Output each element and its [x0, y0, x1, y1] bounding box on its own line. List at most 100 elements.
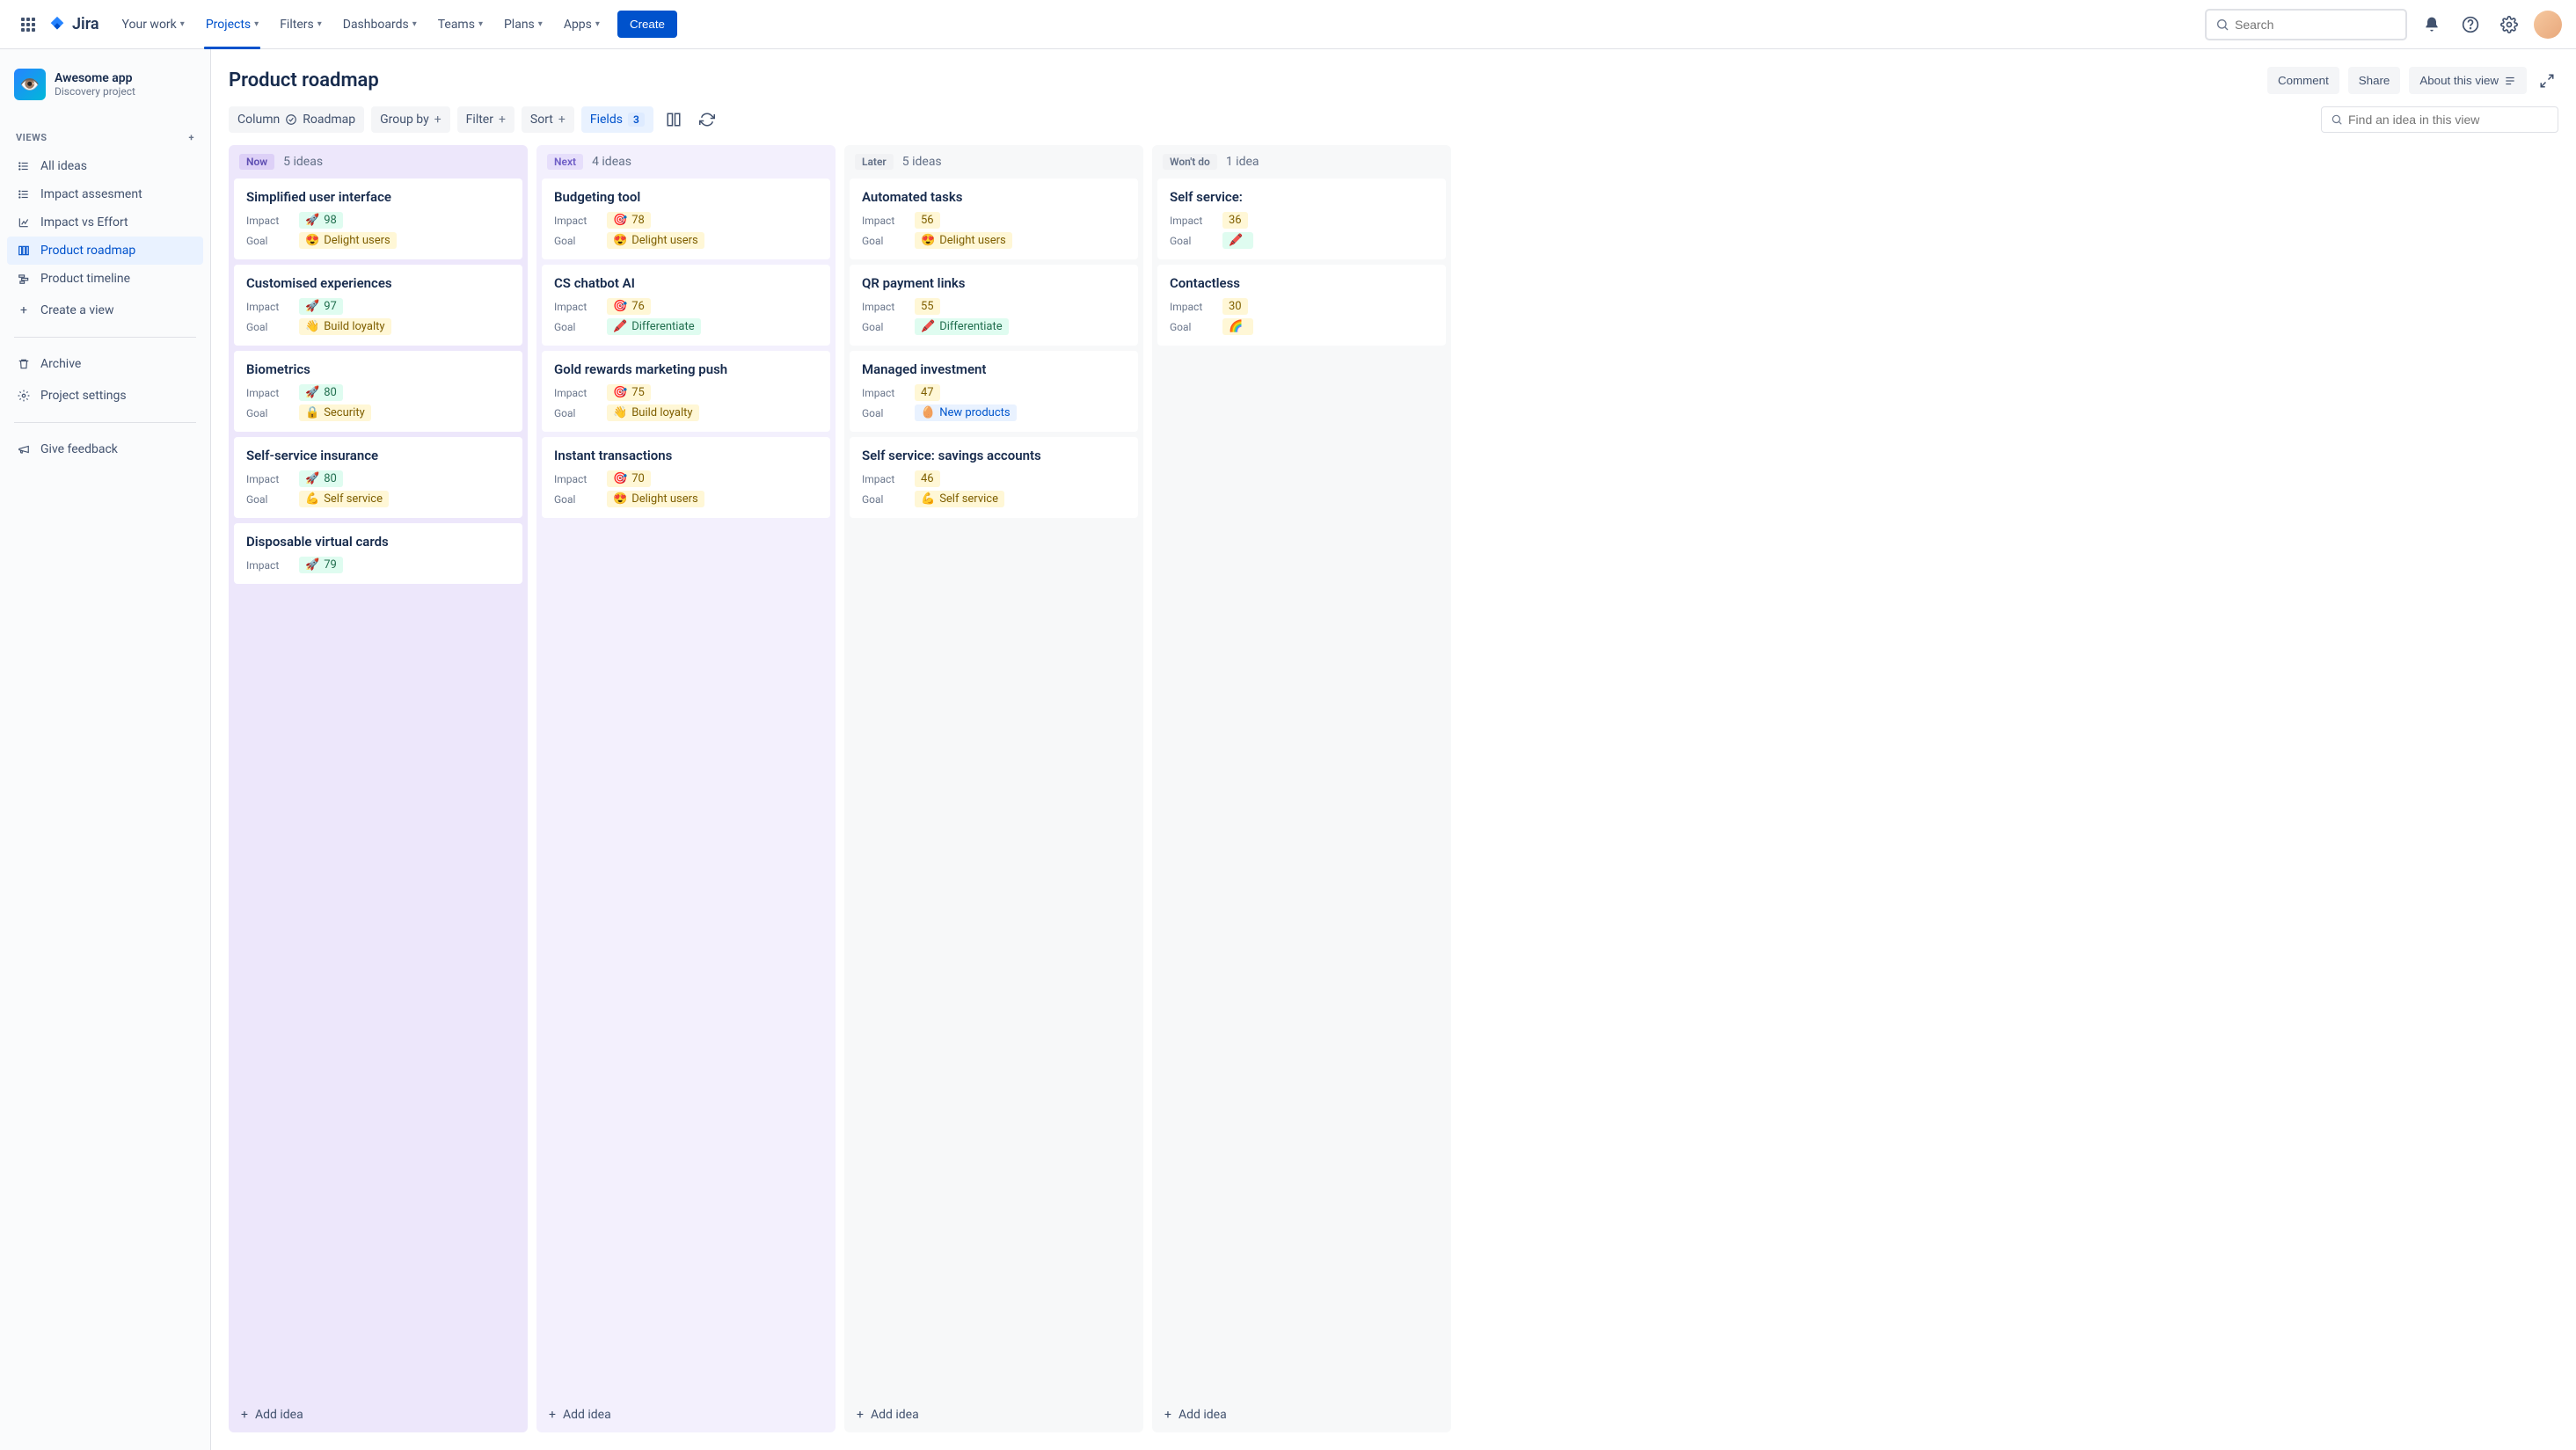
impact-icon: 🎯	[613, 214, 627, 227]
chevron-down-icon: ▾	[412, 19, 417, 29]
groupby-control[interactable]: Group by +	[371, 106, 450, 133]
view-impact-vs-effort[interactable]: Impact vs Effort	[7, 208, 203, 237]
card-title: Simplified user interface	[246, 189, 510, 205]
search-input[interactable]	[2235, 18, 2397, 32]
idea-card[interactable]: QR payment linksImpact55Goal🖍️Differenti…	[850, 265, 1138, 346]
add-view-icon[interactable]: +	[189, 132, 195, 143]
idea-card[interactable]: Disposable virtual cardsImpact🚀79	[234, 523, 522, 584]
refresh-icon[interactable]	[694, 106, 720, 133]
add-idea-button[interactable]: + Add idea	[536, 1397, 836, 1432]
impact-label: Impact	[554, 473, 607, 485]
view-label: Impact vs Effort	[40, 215, 128, 230]
trash-icon	[16, 358, 32, 370]
goal-label: Goal	[554, 235, 607, 247]
notifications-icon[interactable]	[2418, 11, 2446, 39]
idea-card[interactable]: Simplified user interfaceImpact🚀98Goal😍D…	[234, 179, 522, 259]
idea-card[interactable]: Self service: savings accountsImpact46Go…	[850, 437, 1138, 518]
add-idea-label: Add idea	[563, 1408, 611, 1422]
card-title: Automated tasks	[862, 189, 1126, 205]
goal-icon: 😍	[921, 234, 935, 247]
find-idea-search[interactable]	[2321, 106, 2558, 133]
project-icon: 👁️	[14, 69, 46, 100]
layout-icon[interactable]	[660, 106, 687, 133]
impact-value: 🎯78	[607, 212, 651, 229]
impact-icon: 🚀	[305, 558, 319, 572]
idea-card[interactable]: Managed investmentImpact47Goal🥚New produ…	[850, 351, 1138, 432]
plus-icon: +	[16, 303, 32, 317]
idea-card[interactable]: Self service:Impact36Goal🖍️	[1157, 179, 1446, 259]
nav-label: Filters	[280, 18, 314, 32]
nav-projects[interactable]: Projects▾	[197, 12, 267, 37]
help-icon[interactable]	[2456, 11, 2485, 39]
column-later: Later5 ideasAutomated tasksImpact56Goal😍…	[844, 145, 1143, 1432]
column-control[interactable]: Column Roadmap	[229, 106, 364, 133]
goal-value: 😍Delight users	[915, 232, 1012, 249]
user-avatar[interactable]	[2534, 11, 2562, 39]
chevron-down-icon: ▾	[317, 19, 322, 29]
goal-label: Goal	[246, 493, 299, 506]
impact-value: 47	[915, 384, 940, 401]
fields-control[interactable]: Fields 3	[581, 106, 653, 133]
card-title: Disposable virtual cards	[246, 534, 510, 550]
nav-apps[interactable]: Apps▾	[555, 12, 609, 37]
project-header[interactable]: 👁️ Awesome app Discovery project	[7, 63, 203, 106]
chevron-down-icon: ▾	[538, 19, 543, 29]
goal-icon: 💪	[305, 492, 319, 506]
goal-value: 💪Self service	[299, 491, 389, 507]
expand-icon[interactable]	[2536, 69, 2558, 92]
global-search[interactable]	[2205, 9, 2407, 40]
idea-card[interactable]: BiometricsImpact🚀80Goal🔒Security	[234, 351, 522, 432]
nav-plans[interactable]: Plans▾	[495, 12, 551, 37]
create-button[interactable]: Create	[617, 11, 677, 38]
comment-button[interactable]: Comment	[2267, 67, 2339, 94]
column-tag: Later	[855, 154, 894, 170]
add-idea-button[interactable]: +Add idea	[229, 1397, 528, 1432]
add-idea-button[interactable]: +Add idea	[844, 1397, 1143, 1432]
sort-control[interactable]: Sort +	[522, 106, 574, 133]
project-settings-link[interactable]: Project settings	[7, 382, 203, 410]
view-product-roadmap[interactable]: Product roadmap	[7, 237, 203, 265]
search-icon	[2331, 113, 2343, 126]
settings-icon[interactable]	[2495, 11, 2523, 39]
idea-card[interactable]: Automated tasksImpact56Goal😍Delight user…	[850, 179, 1138, 259]
nav-teams[interactable]: Teams▾	[429, 12, 492, 37]
plus-icon: +	[549, 1408, 556, 1422]
impact-icon: 🚀	[305, 214, 319, 227]
idea-card[interactable]: Self-service insuranceImpact🚀80Goal💪Self…	[234, 437, 522, 518]
idea-card[interactable]: ContactlessImpact30Goal🌈	[1157, 265, 1446, 346]
add-idea-label: Add idea	[1179, 1408, 1227, 1422]
nav-dashboards[interactable]: Dashboards▾	[334, 12, 426, 37]
app-switcher-icon[interactable]	[14, 11, 42, 39]
nav-filters[interactable]: Filters▾	[271, 12, 331, 37]
plus-icon: +	[857, 1408, 864, 1422]
archive-link[interactable]: Archive	[7, 350, 203, 378]
goal-value: 🌈	[1222, 318, 1253, 335]
idea-card[interactable]: Instant transactionsImpact🎯70Goal😍Deligh…	[542, 437, 830, 518]
impact-value: 36	[1222, 212, 1248, 229]
view-product-timeline[interactable]: Product timeline	[7, 265, 203, 293]
idea-card[interactable]: Gold rewards marketing pushImpact🎯75Goal…	[542, 351, 830, 432]
chevron-down-icon: ▾	[595, 19, 600, 29]
brand-text: Jira	[72, 15, 99, 33]
idea-card[interactable]: Customised experiencesImpact🚀97Goal👋Buil…	[234, 265, 522, 346]
find-input[interactable]	[2348, 113, 2549, 127]
filter-control[interactable]: Filter +	[457, 106, 514, 133]
add-idea-button[interactable]: +Add idea	[1152, 1397, 1451, 1432]
goal-label: Goal	[1170, 235, 1222, 247]
impact-icon: 🚀	[305, 300, 319, 313]
give-feedback-link[interactable]: Give feedback	[7, 435, 203, 463]
share-button[interactable]: Share	[2348, 67, 2401, 94]
idea-card[interactable]: CS chatbot AIImpact🎯76Goal🖍️Differentiat…	[542, 265, 830, 346]
nav-your-work[interactable]: Your work▾	[113, 12, 193, 37]
about-view-button[interactable]: About this view	[2409, 67, 2527, 94]
nav-label: Dashboards	[343, 18, 409, 32]
view-label: Impact assesment	[40, 187, 142, 201]
view-all-ideas[interactable]: All ideas	[7, 152, 203, 180]
create-view-button[interactable]: + Create a view	[7, 296, 203, 324]
idea-card[interactable]: Budgeting toolImpact🎯78Goal😍Delight user…	[542, 179, 830, 259]
goal-label: Goal	[862, 321, 915, 333]
jira-logo[interactable]: Jira	[47, 15, 99, 34]
column-label: Column	[237, 113, 280, 127]
goal-icon: 🥚	[921, 406, 935, 419]
view-impact-assesment[interactable]: Impact assesment	[7, 180, 203, 208]
